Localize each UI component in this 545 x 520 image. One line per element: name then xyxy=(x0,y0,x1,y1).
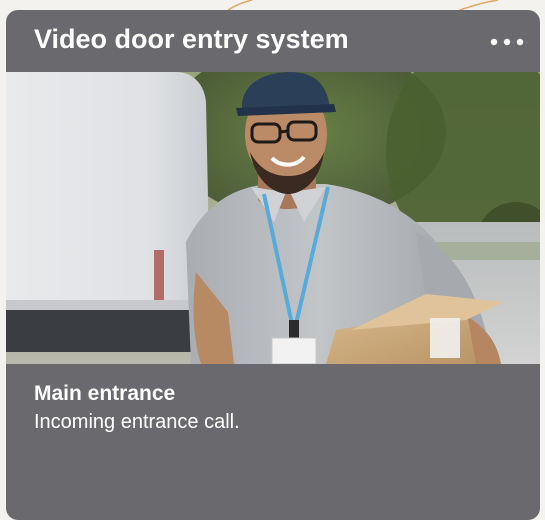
card-title: Video door entry system xyxy=(34,24,349,54)
video-door-entry-card: Video door entry system Main entrance In… xyxy=(6,10,540,520)
card-header: Video door entry system xyxy=(6,10,540,72)
camera-snapshot[interactable] xyxy=(6,72,540,364)
more-horizontal-icon xyxy=(490,38,524,46)
more-options-button[interactable] xyxy=(486,28,530,56)
delivery-person-image xyxy=(6,72,540,364)
call-status-message: Incoming entrance call. xyxy=(34,411,240,433)
call-info: Main entrance Incoming entrance call. xyxy=(6,364,540,520)
entrance-name: Main entrance xyxy=(34,382,176,405)
